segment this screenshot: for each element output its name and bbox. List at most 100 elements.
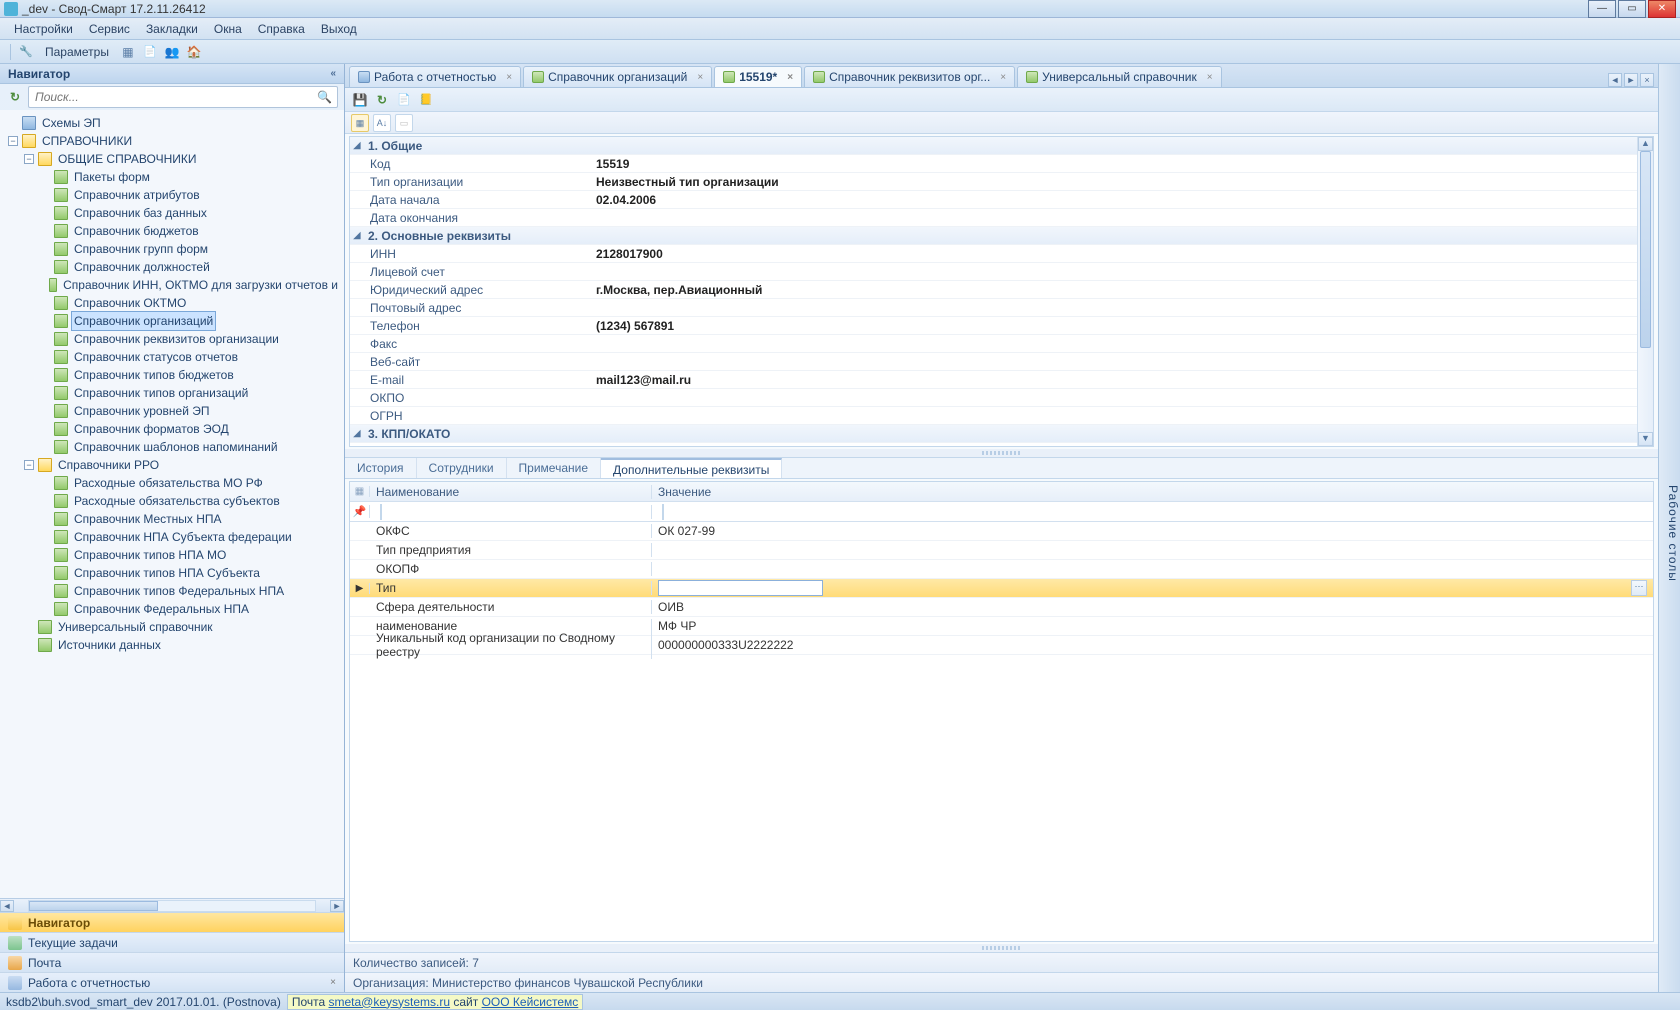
tree-sprav[interactable]: СПРАВОЧНИКИ — [40, 132, 134, 150]
prop-value[interactable]: mail123@mail.ru — [590, 373, 1653, 387]
mail-link[interactable]: smeta@keysystems.ru — [329, 995, 451, 1009]
menu-help[interactable]: Справка — [250, 20, 313, 38]
tree-item[interactable]: Расходные обязательства субъектов — [72, 492, 282, 510]
tree-item[interactable]: Расходные обязательства МО РФ — [72, 474, 265, 492]
prop-vscroll[interactable]: ▲ ▼ — [1637, 137, 1653, 446]
right-desktops-strip[interactable]: Рабочие столы — [1658, 64, 1680, 992]
tree-item[interactable]: Справочник должностей — [72, 258, 212, 276]
tree-expander[interactable]: − — [24, 154, 34, 164]
splitter[interactable] — [345, 449, 1658, 457]
table-row[interactable]: ОКФСОК 027-99 — [350, 522, 1653, 541]
bottom-nav[interactable]: Навигатор — [0, 912, 344, 932]
expand-icon[interactable]: ◢ — [350, 428, 364, 439]
refresh-icon[interactable] — [373, 91, 391, 109]
tree-item[interactable]: Справочник групп форм — [72, 240, 210, 258]
tree[interactable]: Схемы ЭП −СПРАВОЧНИКИ −ОБЩИЕ СПРАВОЧНИКИ… — [0, 110, 344, 898]
tree-schemes[interactable]: Схемы ЭП — [40, 114, 103, 132]
cell-value[interactable]: 000000000333U2222222 — [652, 638, 1653, 652]
bottom-reports[interactable]: Работа с отчетностью× — [0, 972, 344, 992]
tab-employees[interactable]: Сотрудники — [417, 458, 507, 478]
tab-next-icon[interactable]: ► — [1624, 73, 1638, 87]
col-value[interactable]: Значение — [652, 485, 1653, 499]
grid-icon[interactable] — [119, 43, 137, 61]
table-row[interactable]: ОКОПФ — [350, 560, 1653, 579]
tab-close-icon[interactable]: × — [1000, 72, 1006, 83]
tab-close-icon[interactable]: × — [506, 72, 512, 83]
tree-item[interactable]: Справочник шаблонов напоминаний — [72, 438, 280, 456]
menu-bookmarks[interactable]: Закладки — [138, 20, 206, 38]
doc-tab[interactable]: Работа с отчетностью× — [349, 66, 521, 87]
prop-value[interactable]: 02.04.2006 — [590, 193, 1653, 207]
property-grid[interactable]: ◢1. Общие Код15519 Тип организацииНеизве… — [349, 136, 1654, 447]
tree-expander[interactable]: − — [8, 136, 18, 146]
prop-page-icon[interactable] — [395, 114, 413, 132]
tree-item[interactable]: Пакеты форм — [72, 168, 152, 186]
copy-icon[interactable] — [141, 43, 159, 61]
book-icon[interactable] — [417, 91, 435, 109]
refresh-tree-icon[interactable] — [6, 88, 24, 106]
doc-tab[interactable]: 15519*× — [714, 66, 802, 87]
filter-value[interactable] — [662, 504, 664, 520]
row-selector-header[interactable]: ▦ — [350, 486, 370, 497]
expand-icon[interactable]: ◢ — [350, 140, 364, 151]
scroll-down-icon[interactable]: ▼ — [1638, 432, 1653, 446]
lookup-icon[interactable]: ⋯ — [1631, 580, 1647, 596]
tree-common[interactable]: ОБЩИЕ СПРАВОЧНИКИ — [56, 150, 199, 168]
toolbar-params[interactable]: Параметры — [39, 45, 115, 59]
value-input[interactable] — [658, 580, 823, 596]
tree-rro[interactable]: Справочники РРО — [56, 456, 161, 474]
prop-value[interactable]: 2128017900 — [590, 247, 1653, 261]
prop-value[interactable]: (1234) 567891 — [590, 319, 1653, 333]
tree-item[interactable]: Справочник ОКТМО — [72, 294, 188, 312]
tree-item[interactable]: Справочник типов Федеральных НПА — [72, 582, 286, 600]
wrench-icon[interactable] — [17, 43, 35, 61]
tree-item[interactable]: Справочник Местных НПА — [72, 510, 224, 528]
tree-item[interactable]: Справочник ИНН, ОКТМО для загрузки отчет… — [61, 276, 340, 294]
user-icon[interactable]: 👥 — [163, 43, 181, 61]
search-icon[interactable]: 🔍 — [317, 90, 331, 104]
col-name[interactable]: Наименование — [370, 485, 652, 499]
splitter[interactable] — [345, 944, 1658, 952]
save-icon[interactable] — [351, 91, 369, 109]
doc-tab[interactable]: Справочник реквизитов орг...× — [804, 66, 1015, 87]
close-button[interactable]: ✕ — [1648, 0, 1676, 18]
tree-item[interactable]: Справочник форматов ЭОД — [72, 420, 231, 438]
prop-value[interactable]: 15519 — [590, 157, 1653, 171]
tab-close-icon[interactable]: × — [697, 72, 703, 83]
tree-item[interactable]: Справочник типов организаций — [72, 384, 250, 402]
menu-exit[interactable]: Выход — [313, 20, 365, 38]
alphabetical-icon[interactable] — [373, 114, 391, 132]
maximize-button[interactable]: ▭ — [1618, 0, 1646, 18]
tab-prev-icon[interactable]: ◄ — [1608, 73, 1622, 87]
cell-value[interactable]: ОК 027-99 — [652, 524, 1653, 538]
bottom-tasks[interactable]: Текущие задачи — [0, 932, 344, 952]
scroll-right-icon[interactable]: ► — [330, 900, 344, 912]
detail-grid[interactable]: ▦ Наименование Значение 📌 ОКФСОК 027-99Т… — [349, 481, 1654, 942]
tab-close-icon[interactable]: × — [787, 72, 793, 83]
tree-item[interactable]: Справочник типов НПА МО — [72, 546, 228, 564]
journal-icon[interactable] — [395, 91, 413, 109]
table-row[interactable]: Тип предприятия — [350, 541, 1653, 560]
filter-name[interactable] — [380, 504, 382, 520]
tab-close-icon[interactable]: × — [1640, 73, 1654, 87]
home-icon[interactable]: 🏠 — [185, 43, 203, 61]
tree-item[interactable]: Справочник типов бюджетов — [72, 366, 236, 384]
tree-expander[interactable]: − — [24, 460, 34, 470]
collapse-navigator-icon[interactable]: « — [330, 68, 336, 79]
tree-item[interactable]: Справочник статусов отчетов — [72, 348, 240, 366]
tree-item[interactable]: Справочник Федеральных НПА — [72, 600, 251, 618]
prop-value[interactable]: Неизвестный тип организации — [590, 175, 1653, 189]
minimize-button[interactable]: — — [1588, 0, 1616, 18]
tree-item[interactable]: Справочник типов НПА Субъекта — [72, 564, 262, 582]
tree-item[interactable]: Справочник бюджетов — [72, 222, 201, 240]
site-link[interactable]: ООО Кейсистемс — [482, 995, 579, 1009]
menu-settings[interactable]: Настройки — [6, 20, 81, 38]
tree-item[interactable]: Справочник уровней ЭП — [72, 402, 212, 420]
scroll-up-icon[interactable]: ▲ — [1638, 137, 1653, 151]
tab-note[interactable]: Примечание — [507, 458, 601, 478]
tree-item[interactable]: Справочник организаций — [72, 312, 215, 330]
tree-item[interactable]: Справочник НПА Субъекта федерации — [72, 528, 294, 546]
menu-service[interactable]: Сервис — [81, 20, 138, 38]
cell-value[interactable]: ОИВ — [652, 600, 1653, 614]
bottom-mail[interactable]: Почта — [0, 952, 344, 972]
